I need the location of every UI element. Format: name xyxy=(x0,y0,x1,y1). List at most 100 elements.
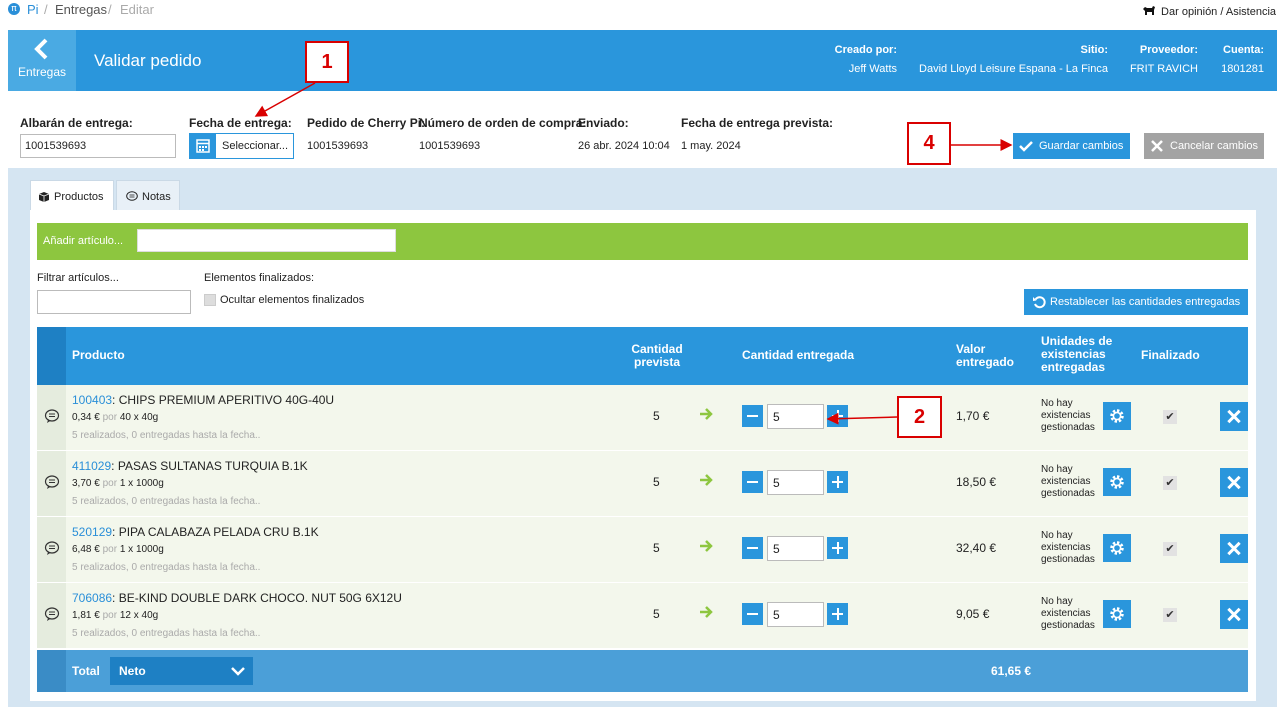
product-name: 411029: PASAS SULTANAS TURQUIA B.1K xyxy=(72,459,308,473)
increase-quantity-button[interactable] xyxy=(827,537,848,559)
gear-icon xyxy=(1110,541,1124,555)
sent-value: 26 abr. 2024 10:04 xyxy=(578,140,670,152)
increase-quantity-button[interactable] xyxy=(827,603,848,625)
cherry-order-value: 1001539693 xyxy=(307,140,369,152)
arrow-right-icon[interactable] xyxy=(699,605,713,619)
footer-gutter xyxy=(37,650,66,692)
created-by-label: Creado por: xyxy=(834,44,897,56)
site-label: Sitio: xyxy=(1080,44,1109,56)
breadcrumb-pi[interactable]: Pi xyxy=(27,2,39,17)
product-price: 6,48 € por 1 x 1000g xyxy=(72,544,164,555)
delivery-history: 5 realizados, 0 entregadas hasta la fech… xyxy=(72,562,261,573)
supplier-value: FRIT RAVICH xyxy=(1129,63,1198,75)
comment-icon[interactable] xyxy=(44,540,60,556)
delivered-value: 18,50 € xyxy=(956,475,997,489)
gear-icon xyxy=(1110,607,1124,621)
remove-item-button[interactable] xyxy=(1220,534,1248,563)
products-table: Producto Cantidad prevista Cantidad entr… xyxy=(37,327,1248,692)
delivered-quantity-input[interactable]: 5 xyxy=(767,602,824,627)
delivery-note-input[interactable]: 1001539693 xyxy=(20,134,176,158)
add-item-bar: Añadir artículo... xyxy=(37,223,1248,260)
feedback-label: Dar opinión / Asistencia xyxy=(1161,6,1276,18)
product-description: : PASAS SULTANAS TURQUIA B.1K xyxy=(111,459,308,473)
delivered-quantity-input[interactable]: 5 xyxy=(767,404,824,429)
product-code-link[interactable]: 520129 xyxy=(72,525,112,539)
stock-settings-button[interactable] xyxy=(1103,402,1131,430)
product-description: : PIPA CALABAZA PELADA CRU B.1K xyxy=(112,525,319,539)
decrease-quantity-button[interactable] xyxy=(742,405,763,427)
chevron-left-icon xyxy=(34,38,48,60)
add-item-input[interactable] xyxy=(137,229,396,252)
price-per: por xyxy=(102,412,118,423)
reset-quantities-button[interactable]: Restablecer las cantidades entregadas xyxy=(1024,289,1248,315)
finished-checkbox[interactable]: ✔ xyxy=(1163,476,1177,490)
delivery-date-picker[interactable]: Seleccionar... xyxy=(189,133,294,159)
breadcrumb-entregas[interactable]: Entregas xyxy=(55,2,107,17)
calendar-icon xyxy=(190,134,216,158)
increase-quantity-button[interactable] xyxy=(827,471,848,493)
product-name: 520129: PIPA CALABAZA PELADA CRU B.1K xyxy=(72,525,319,539)
back-button[interactable]: Entregas xyxy=(8,30,76,91)
stock-settings-button[interactable] xyxy=(1103,468,1131,496)
tab-productos[interactable]: Productos xyxy=(30,180,114,211)
unit-price: 6,48 € xyxy=(72,544,100,555)
arrow-right-icon[interactable] xyxy=(699,407,713,421)
product-code-link[interactable]: 706086 xyxy=(72,591,112,605)
finished-checkbox[interactable]: ✔ xyxy=(1163,410,1177,424)
net-select[interactable]: Neto xyxy=(110,657,253,685)
delivered-quantity-input[interactable]: 5 xyxy=(767,536,824,561)
delivery-history: 5 realizados, 0 entregadas hasta la fech… xyxy=(72,430,261,441)
filter-label: Filtrar artículos... xyxy=(37,272,119,284)
save-button[interactable]: Guardar cambios xyxy=(1013,133,1130,159)
comment-icon[interactable] xyxy=(44,606,60,622)
hide-finished-checkbox[interactable] xyxy=(204,294,216,306)
expected-date-label: Fecha de entrega prevista: xyxy=(681,116,834,130)
arrow-right-icon[interactable] xyxy=(699,539,713,553)
remove-item-button[interactable] xyxy=(1220,600,1248,629)
finished-checkbox[interactable]: ✔ xyxy=(1163,542,1177,556)
stock-settings-button[interactable] xyxy=(1103,600,1131,628)
delivered-value: 9,05 € xyxy=(956,607,990,621)
delivered-value: 32,40 € xyxy=(956,541,997,555)
product-code-link[interactable]: 100403 xyxy=(72,393,112,407)
decrease-quantity-button[interactable] xyxy=(742,537,763,559)
product-price: 0,34 € por 40 x 40g xyxy=(72,412,158,423)
supplier-label: Proveedor: xyxy=(1139,44,1198,56)
add-item-label: Añadir artículo... xyxy=(43,235,124,247)
chevron-down-icon xyxy=(231,667,245,676)
footer-total-label: Total xyxy=(72,664,100,678)
delivered-quantity-input[interactable]: 5 xyxy=(767,470,824,495)
delivered-value: 1,70 € xyxy=(956,409,990,423)
arrow-right-icon[interactable] xyxy=(699,473,713,487)
net-select-value: Neto xyxy=(119,664,146,678)
table-row: 706086: BE-KIND DOUBLE DARK CHOCO. NUT 5… xyxy=(37,583,1248,649)
table-row: 411029: PASAS SULTANAS TURQUIA B.1K 3,70 … xyxy=(37,451,1248,517)
product-price: 1,81 € por 12 x 40g xyxy=(72,610,158,621)
decrease-quantity-button[interactable] xyxy=(742,471,763,493)
decrease-quantity-button[interactable] xyxy=(742,603,763,625)
header-stock-units: Unidades de existencias entregadas xyxy=(1041,334,1113,374)
tab-notas[interactable]: Notas xyxy=(116,180,180,211)
table-row: 100403: CHIPS PREMIUM APERITIVO 40G-40U 0… xyxy=(37,385,1248,451)
remove-item-button[interactable] xyxy=(1220,402,1248,431)
stock-settings-button[interactable] xyxy=(1103,534,1131,562)
finished-items-label: Elementos finalizados: xyxy=(204,272,315,284)
filter-input[interactable] xyxy=(37,290,191,314)
unit-price: 0,34 € xyxy=(72,412,100,423)
pi-logo-icon[interactable]: π xyxy=(8,3,20,15)
cancel-button[interactable]: Cancelar cambios xyxy=(1144,133,1264,159)
feedback-link[interactable]: Dar opinión / Asistencia xyxy=(1142,5,1276,18)
header-delivered: Cantidad entregada xyxy=(742,348,855,362)
callout-2: 2 xyxy=(897,396,942,438)
product-code-link[interactable]: 411029 xyxy=(72,459,111,473)
delivery-history: 5 realizados, 0 entregadas hasta la fech… xyxy=(72,496,261,507)
finished-checkbox[interactable]: ✔ xyxy=(1163,608,1177,622)
increase-quantity-button[interactable] xyxy=(827,405,848,427)
comment-icon[interactable] xyxy=(44,408,60,424)
price-per: por xyxy=(102,478,118,489)
pack-size: 1 x 1000g xyxy=(119,544,164,555)
gear-icon xyxy=(1110,409,1124,423)
remove-item-button[interactable] xyxy=(1220,468,1248,497)
comment-icon[interactable] xyxy=(44,474,60,490)
undo-icon xyxy=(1033,296,1046,309)
